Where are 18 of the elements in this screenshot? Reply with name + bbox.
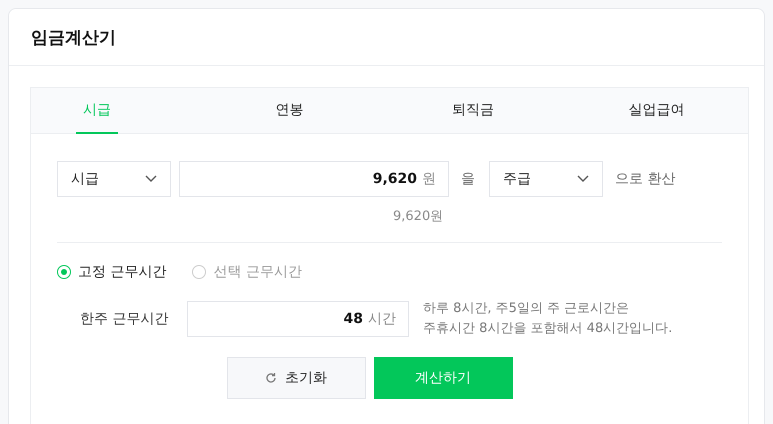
unit-dropdown[interactable]: 주급 (489, 161, 603, 197)
hours-note: 하루 8시간, 주5일의 주 근로시간은 주휴시간 8시간을 포함해서 48시간입니다. (423, 300, 672, 338)
tab[interactable]: 실업급여 (564, 88, 748, 134)
reset-button[interactable]: 초기화 (226, 357, 366, 399)
amount-field[interactable]: 9,620 원 (179, 161, 449, 197)
tab[interactable]: 퇴직금 (381, 88, 565, 134)
chevron-down-icon (577, 175, 589, 183)
particle-label: 을 (461, 170, 475, 188)
amount-preview: 9,620원 (393, 208, 444, 225)
conversion-label: 으로 환산 (615, 170, 676, 188)
page-title: 임금계산기 (31, 26, 116, 48)
radio-option[interactable]: 고정 근무시간 (57, 263, 166, 281)
hours-field[interactable]: 48 시간 (187, 301, 409, 337)
unit-dropdown[interactable]: 시급 (57, 161, 171, 197)
chevron-down-icon (145, 175, 157, 183)
field-label: 한주 근무시간 (79, 310, 170, 328)
tab[interactable]: 연봉 (198, 88, 382, 134)
refresh-icon (265, 372, 277, 384)
